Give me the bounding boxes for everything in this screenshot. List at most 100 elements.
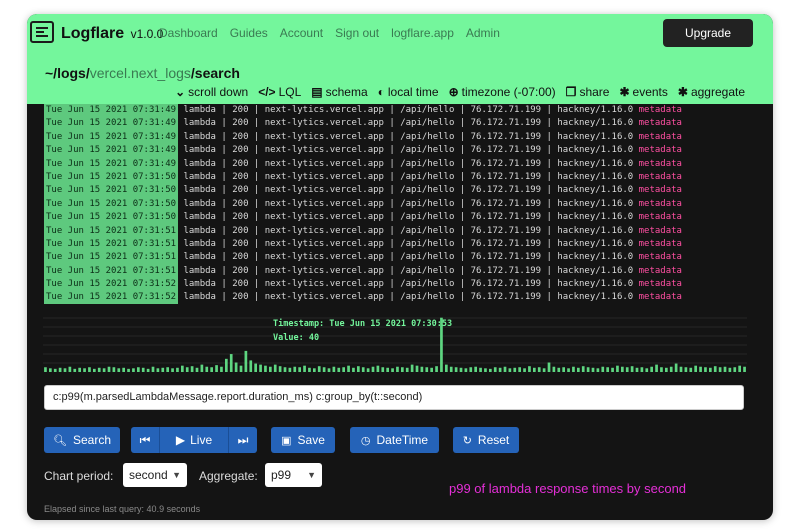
chart-bar[interactable] <box>430 367 434 372</box>
chart-bar[interactable] <box>625 367 629 372</box>
nav-link-sign-out[interactable]: Sign out <box>335 26 379 40</box>
chart-bar[interactable] <box>151 366 155 372</box>
chart-bar[interactable] <box>376 365 380 372</box>
metadata-link[interactable]: metadata <box>639 172 682 182</box>
metadata-link[interactable]: metadata <box>639 105 682 115</box>
search-button[interactable]: 🔍︎ Search <box>44 427 120 453</box>
chart-period-select[interactable]: second ▼ <box>123 463 187 487</box>
chart-bar[interactable] <box>180 365 184 372</box>
chart-bar[interactable] <box>664 367 668 372</box>
log-row[interactable]: Tue Jun 15 2021 07:31:52 lambda | 200 | … <box>44 291 744 304</box>
chart-bar[interactable] <box>669 366 673 372</box>
chart-bar[interactable] <box>317 366 321 372</box>
chart-bar[interactable] <box>699 366 702 372</box>
log-row[interactable]: Tue Jun 15 2021 07:31:49 lambda | 200 | … <box>44 104 744 118</box>
chart-bar[interactable] <box>738 365 742 372</box>
chart-bar[interactable] <box>660 367 663 372</box>
chart-bar[interactable] <box>488 368 492 372</box>
chart-bar[interactable] <box>141 367 145 372</box>
chart-bar[interactable] <box>200 364 204 372</box>
chart-bar[interactable] <box>396 366 399 372</box>
chart-bar[interactable] <box>562 367 566 372</box>
chart-bar[interactable] <box>244 350 248 372</box>
metadata-link[interactable]: metadata <box>639 226 682 236</box>
chart-bar[interactable] <box>356 366 360 372</box>
chart-bar[interactable] <box>596 368 600 372</box>
log-row[interactable]: Tue Jun 15 2021 07:31:51 lambda | 200 | … <box>44 237 744 252</box>
chart-bar[interactable] <box>532 367 536 372</box>
chart-bar[interactable] <box>557 367 561 372</box>
metadata-link[interactable]: metadata <box>639 239 682 249</box>
chart-bar[interactable] <box>400 367 404 372</box>
log-row[interactable]: Tue Jun 15 2021 07:31:50 lambda | 200 | … <box>44 211 744 225</box>
chart-bar[interactable] <box>728 367 732 372</box>
log-row[interactable]: Tue Jun 15 2021 07:31:49 lambda | 200 | … <box>44 144 744 158</box>
chart-bar[interactable] <box>107 366 111 372</box>
metadata-link[interactable]: metadata <box>639 199 682 209</box>
chart-bar[interactable] <box>684 367 688 372</box>
chart-bar[interactable] <box>576 367 580 372</box>
metadata-link[interactable]: metadata <box>639 118 682 128</box>
chart-bar[interactable] <box>528 366 531 372</box>
metadata-link[interactable]: metadata <box>639 279 682 289</box>
chart-bar[interactable] <box>283 367 287 372</box>
chart-bar[interactable] <box>655 364 658 372</box>
chart-bar[interactable] <box>386 367 390 372</box>
chart-bar[interactable] <box>347 365 350 372</box>
chart-bar[interactable] <box>469 367 473 372</box>
chart-bar[interactable] <box>616 365 619 372</box>
chart-bar[interactable] <box>112 367 116 372</box>
chart-bar[interactable] <box>503 366 507 372</box>
chart-bar[interactable] <box>537 367 541 372</box>
log-row[interactable]: Tue Jun 15 2021 07:31:50 lambda | 200 | … <box>44 197 744 212</box>
chart-bar[interactable] <box>342 367 346 372</box>
chart-bar[interactable] <box>723 366 727 372</box>
chart-bar[interactable] <box>97 367 101 372</box>
chart-bar[interactable] <box>229 354 233 372</box>
path-source[interactable]: vercel.next_logs <box>90 65 191 81</box>
chart-bar[interactable] <box>44 367 47 372</box>
chart-bar[interactable] <box>327 368 331 372</box>
chart-bar[interactable] <box>127 368 130 372</box>
brand[interactable]: Logflare v1.0.0 <box>61 25 163 43</box>
chart-bar[interactable] <box>176 367 179 372</box>
log-row[interactable]: Tue Jun 15 2021 07:31:49 lambda | 200 | … <box>44 130 744 145</box>
chart-bar[interactable] <box>239 365 243 372</box>
metadata-link[interactable]: metadata <box>639 252 682 262</box>
chart-bar[interactable] <box>484 368 487 372</box>
chart-bar[interactable] <box>332 366 336 372</box>
chart-bar[interactable] <box>249 360 253 372</box>
chart-bar[interactable] <box>293 366 297 372</box>
chart-bar[interactable] <box>444 364 448 372</box>
chart-bar[interactable] <box>493 367 497 372</box>
aggregate-select[interactable]: p99 ▼ <box>265 463 322 487</box>
nav-link-admin[interactable]: Admin <box>466 26 500 40</box>
chart-bar[interactable] <box>73 368 77 372</box>
events-chart[interactable]: Timestamp: Tue Jun 15 2021 07:30:53 Value… <box>43 314 747 376</box>
chart-bar[interactable] <box>713 366 717 372</box>
chart-bar[interactable] <box>601 366 605 372</box>
chart-bar[interactable] <box>146 368 150 372</box>
chart-bar[interactable] <box>48 368 52 372</box>
local-time-toggle[interactable]: ◐ local time <box>378 85 439 99</box>
chart-bar[interactable] <box>278 366 282 372</box>
chart-bar[interactable] <box>498 367 502 372</box>
metadata-link[interactable]: metadata <box>639 266 682 276</box>
log-row[interactable]: Tue Jun 15 2021 07:31:51 lambda | 200 | … <box>44 264 744 279</box>
chart-bar[interactable] <box>215 365 218 372</box>
log-row[interactable]: Tue Jun 15 2021 07:31:51 lambda | 200 | … <box>44 251 744 265</box>
chart-bar[interactable] <box>674 363 678 372</box>
chart-bar[interactable] <box>308 367 311 372</box>
metadata-link[interactable]: metadata <box>639 292 682 302</box>
chart-bar[interactable] <box>640 367 644 372</box>
chart-bar[interactable] <box>572 366 575 372</box>
lql-link[interactable]: </> LQL <box>258 85 301 99</box>
chart-bar[interactable] <box>122 367 126 372</box>
chart-bar[interactable] <box>542 368 546 372</box>
chart-bar[interactable] <box>234 362 238 372</box>
chart-bar[interactable] <box>337 367 341 372</box>
log-row[interactable]: Tue Jun 15 2021 07:31:49 lambda | 200 | … <box>44 117 744 131</box>
chart-bar[interactable] <box>415 365 419 372</box>
chart-bar[interactable] <box>53 368 57 372</box>
chart-bar[interactable] <box>630 366 634 372</box>
